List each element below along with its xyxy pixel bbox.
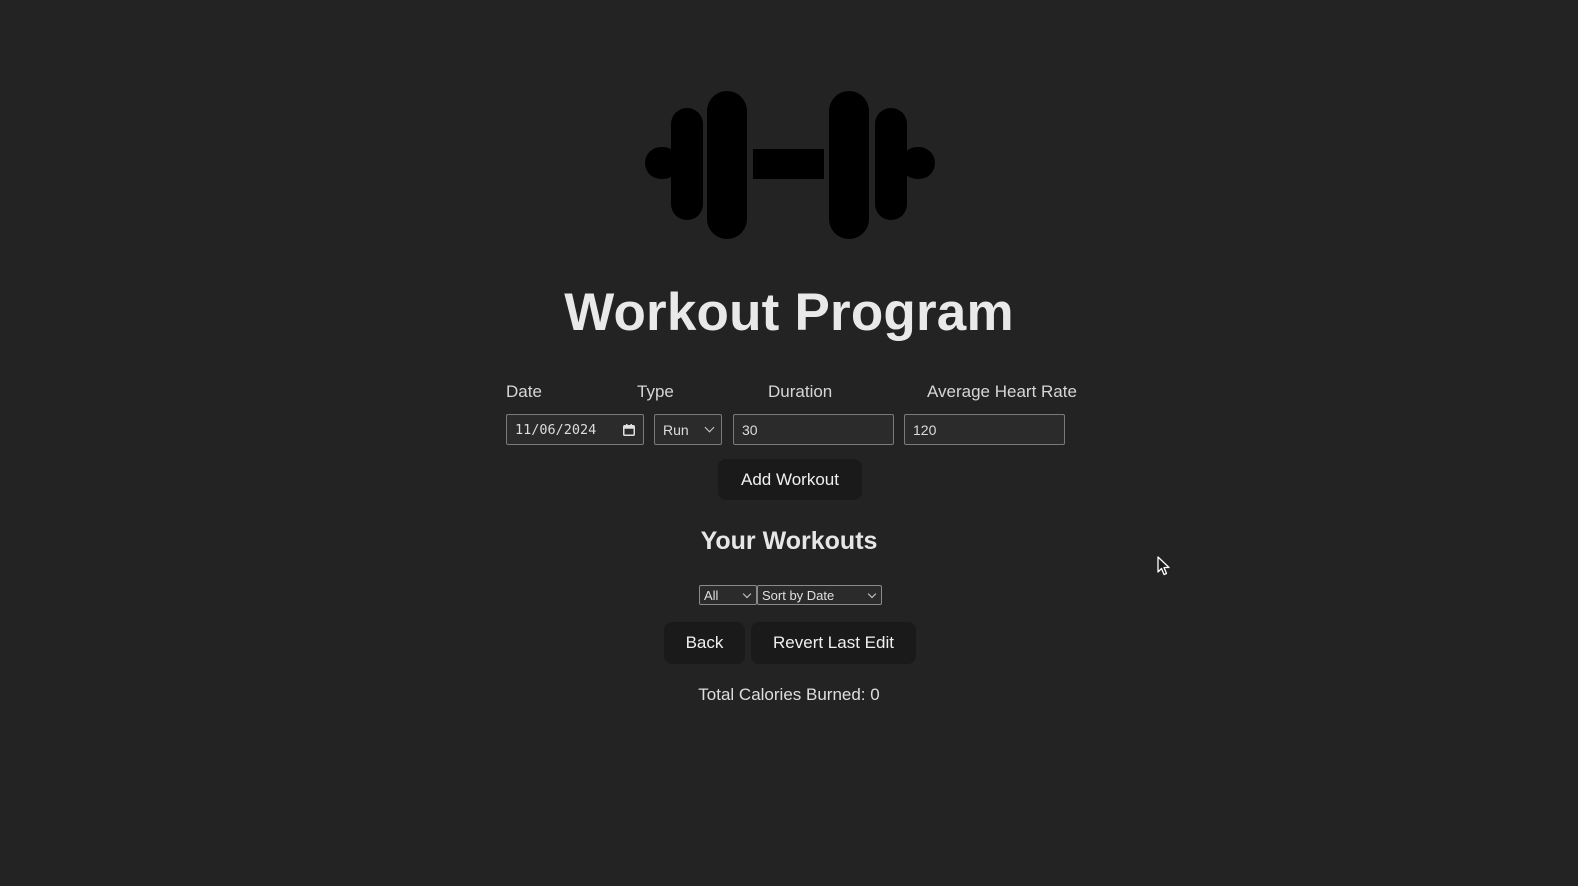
filter-select-value: All — [704, 587, 719, 603]
calendar-icon[interactable] — [623, 423, 635, 436]
heart-rate-label: Average Heart Rate — [927, 382, 1077, 401]
back-button[interactable]: Back — [664, 622, 745, 664]
chevron-down-icon — [704, 422, 715, 433]
duration-label: Duration — [768, 382, 833, 401]
heart-rate-value: 120 — [913, 421, 937, 438]
dumbbell-icon — [645, 91, 935, 239]
sort-select-value: Sort by Date — [762, 587, 835, 603]
sort-select[interactable]: Sort by Date — [757, 585, 882, 605]
mouse-cursor-icon — [1157, 556, 1170, 576]
date-label: Date — [506, 382, 542, 401]
heart-rate-input[interactable]: 120 — [904, 414, 1065, 445]
add-workout-button[interactable]: Add Workout — [718, 459, 862, 500]
duration-value: 30 — [742, 421, 758, 438]
filter-select[interactable]: All — [699, 585, 757, 605]
type-label: Type — [637, 382, 674, 401]
revert-last-edit-button[interactable]: Revert Last Edit — [751, 622, 916, 664]
date-value: 11/06/2024 — [515, 421, 597, 438]
total-calories-text: Total Calories Burned: 0 — [698, 685, 880, 704]
page-title: Workout Program — [564, 283, 1014, 342]
date-input[interactable]: 11/06/2024 — [506, 414, 644, 445]
chevron-down-icon — [742, 589, 752, 598]
chevron-down-icon — [867, 589, 877, 598]
type-select-value: Run — [663, 421, 689, 438]
type-select[interactable]: Run — [654, 414, 722, 445]
workouts-heading: Your Workouts — [700, 527, 878, 555]
duration-input[interactable]: 30 — [733, 414, 894, 445]
workout-page: Workout Program Date Type Duration Avera… — [0, 0, 1578, 886]
